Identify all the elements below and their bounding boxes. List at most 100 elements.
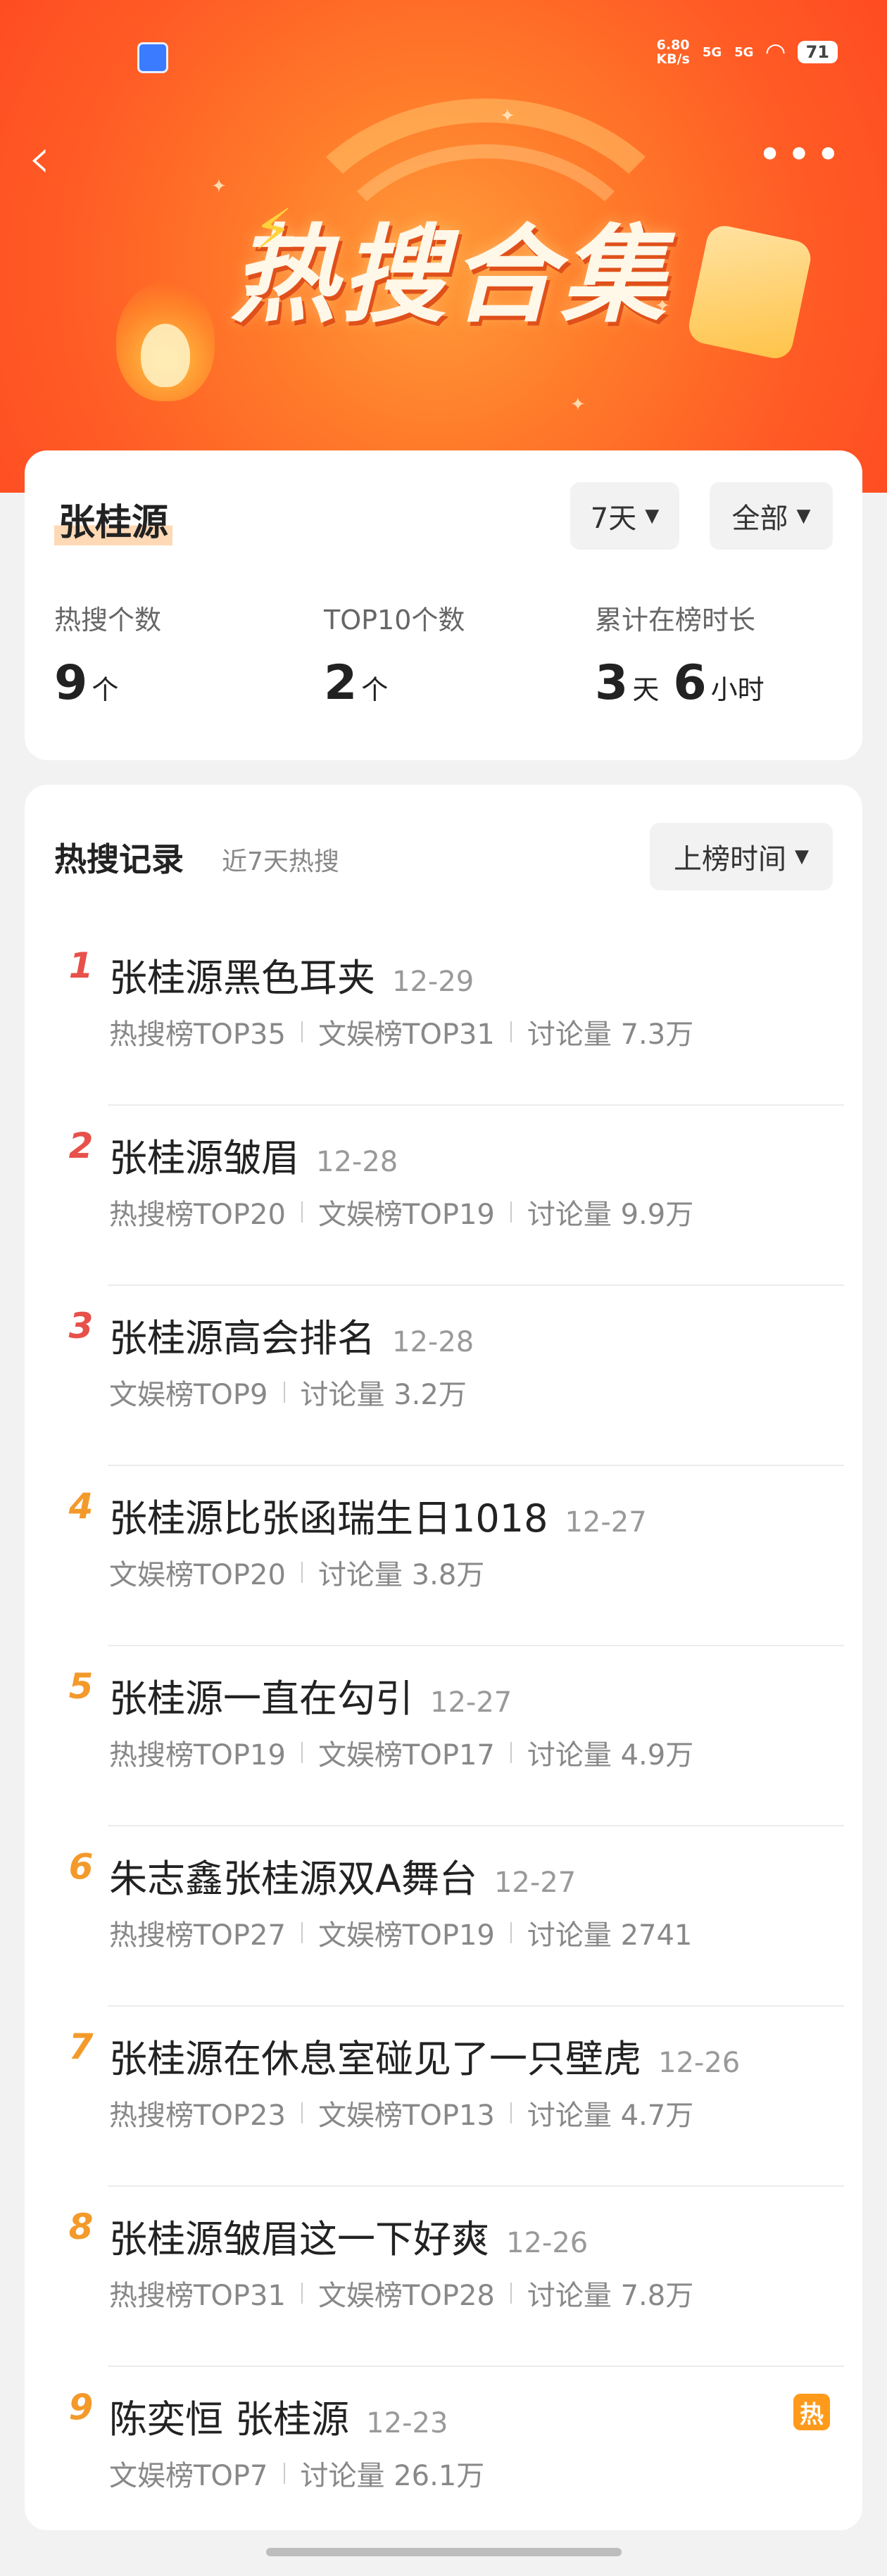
meta-text: 文娱榜TOP19	[317, 1199, 495, 1231]
records-list: 1 张桂源黑色耳夹 12-29 热搜榜TOP35 文娱榜TOP31 讨论量 7.3万 2 张桂…	[25, 926, 862, 2547]
records-title: 热搜记录	[54, 840, 184, 878]
meta-separator	[510, 2102, 512, 2123]
meta-text: 讨论量 3.8万	[317, 1559, 485, 1591]
meta-separator	[510, 1021, 512, 1042]
meta-separator	[301, 2283, 303, 2304]
item-date: 12-26	[658, 2047, 741, 2079]
meta-text: 文娱榜TOP9	[109, 1379, 268, 1411]
stat-hot-count: 热搜个数 9 个	[54, 598, 161, 711]
rank-number: 8	[68, 2206, 94, 2247]
back-arrow-icon[interactable]: ‹	[28, 127, 70, 190]
list-item[interactable]: 2 张桂源皱眉 12-28 热搜榜TOP20 文娱榜TOP19 讨论量 9.9万	[25, 1106, 862, 1286]
rank-number: 9	[68, 2387, 94, 2427]
rank-number: 5	[68, 1666, 94, 1707]
meta-separator	[301, 1201, 303, 1223]
sparkle-icon: ✦	[500, 106, 515, 127]
stat-number: 2	[324, 655, 358, 711]
item-date: 12-28	[316, 1146, 398, 1178]
gift-box-icon	[685, 222, 814, 362]
item-title-text: 张桂源一直在勾引	[109, 1677, 413, 1721]
list-item[interactable]: 6 朱志鑫张桂源双A舞台 12-27 热搜榜TOP27 文娱榜TOP19 讨论量 2741	[25, 1826, 862, 2007]
meta-separator	[510, 1742, 512, 1763]
item-title-text: 张桂源皱眉这一下好爽	[109, 2217, 489, 2261]
home-indicator[interactable]	[266, 2548, 622, 2556]
meta-separator	[301, 1021, 303, 1042]
person-name: 张桂源	[54, 493, 173, 545]
scope-filter-label: 全部	[731, 503, 788, 535]
stat-unit: 天	[632, 674, 660, 705]
meta-text: 讨论量 9.9万	[527, 1199, 694, 1231]
meta-separator	[283, 2463, 285, 2484]
speed-value: 6.80	[656, 37, 690, 53]
item-meta: 热搜榜TOP35 文娱榜TOP31 讨论量 7.3万	[109, 1011, 693, 1052]
item-date: 12-23	[366, 2407, 448, 2439]
meta-text: 讨论量 4.7万	[527, 2100, 694, 2132]
list-item[interactable]: 9 陈奕恒 张桂源 12-23 文娱榜TOP7 讨论量 26.1万 热	[25, 2367, 862, 2547]
item-title: 张桂源一直在勾引 12-27	[109, 1667, 512, 1723]
meta-text: 热搜榜TOP19	[109, 1739, 286, 1772]
meta-text: 文娱榜TOP7	[109, 2460, 268, 2492]
hot-badge: 热	[793, 2394, 830, 2430]
meta-separator	[510, 2283, 512, 2304]
item-date: 12-27	[565, 1506, 647, 1539]
item-title-text: 朱志鑫张桂源双A舞台	[109, 1857, 477, 1901]
battery-level: 71	[797, 41, 838, 63]
list-item[interactable]: 7 张桂源在休息室碰见了一只壁虎 12-26 热搜榜TOP23 文娱榜TOP13 讨论量 …	[25, 2007, 862, 2187]
item-title-text: 张桂源高会排名	[109, 1316, 375, 1360]
meta-text: 热搜榜TOP35	[109, 1018, 286, 1051]
signal-5g-2: 5G	[734, 44, 754, 60]
days-filter-label: 7天	[590, 503, 637, 535]
item-title: 张桂源高会排名 12-28	[109, 1307, 474, 1363]
meta-text: 讨论量 4.9万	[527, 1739, 694, 1772]
item-title: 张桂源在休息室碰见了一只壁虎 12-26	[109, 2028, 740, 2083]
item-title-text: 张桂源比张函瑞生日1018	[109, 1496, 548, 1541]
sparkle-icon: ✦	[570, 394, 586, 415]
item-meta: 文娱榜TOP7 讨论量 26.1万	[109, 2453, 484, 2494]
app-notification-icon	[137, 42, 168, 73]
stat-number: 9	[54, 655, 88, 711]
meta-text: 热搜榜TOP27	[109, 1919, 286, 1952]
more-dots-icon[interactable]: •••	[757, 134, 845, 176]
flame-core	[141, 324, 190, 387]
item-date: 12-26	[506, 2227, 589, 2259]
sort-label: 上榜时间	[674, 843, 786, 876]
stat-label: 热搜个数	[54, 605, 162, 636]
meta-text: 讨论量 3.2万	[300, 1379, 467, 1411]
rank-number: 7	[68, 2026, 94, 2067]
sort-dropdown[interactable]: 上榜时间 ▼	[650, 823, 833, 890]
stat-number: 3	[595, 655, 629, 711]
stat-total-duration: 累计在榜时长 3 天 6 小时	[595, 598, 765, 711]
rank-number: 3	[68, 1306, 94, 1346]
meta-text: 文娱榜TOP19	[317, 1919, 495, 1952]
meta-text: 文娱榜TOP28	[317, 2280, 495, 2312]
meta-separator	[301, 2102, 303, 2123]
list-item[interactable]: 1 张桂源黑色耳夹 12-29 热搜榜TOP35 文娱榜TOP31 讨论量 7.3万	[25, 926, 862, 1106]
meta-text: 文娱榜TOP31	[317, 1018, 495, 1051]
list-item[interactable]: 4 张桂源比张函瑞生日1018 12-27 文娱榜TOP20 讨论量 3.8万	[25, 1466, 862, 1646]
meta-text: 热搜榜TOP23	[109, 2100, 286, 2132]
item-meta: 文娱榜TOP9 讨论量 3.2万	[109, 1372, 467, 1413]
stat-label: TOP10个数	[324, 605, 465, 636]
network-speed: 6.80 KB/s	[656, 38, 689, 66]
item-meta: 文娱榜TOP20 讨论量 3.8万	[109, 1552, 484, 1593]
caret-down-icon: ▼	[645, 505, 660, 526]
list-item[interactable]: 5 张桂源一直在勾引 12-27 热搜榜TOP19 文娱榜TOP17 讨论量 4.9万	[25, 1646, 862, 1826]
item-meta: 热搜榜TOP27 文娱榜TOP19 讨论量 2741	[109, 1912, 692, 1953]
stat-unit: 个	[92, 674, 119, 705]
rank-number: 1	[68, 945, 94, 986]
signal-5g-1: 5G	[702, 44, 722, 60]
item-title: 张桂源比张函瑞生日1018 12-27	[109, 1487, 647, 1543]
item-title: 陈奕恒 张桂源 12-23	[109, 2388, 448, 2444]
records-card: 热搜记录 近7天热搜 上榜时间 ▼ 1 张桂源黑色耳夹 12-29 热搜榜TOP35 文…	[25, 785, 862, 2530]
records-subtitle: 近7天热搜	[222, 847, 339, 876]
meta-text: 讨论量 2741	[527, 1919, 693, 1952]
days-filter-dropdown[interactable]: 7天 ▼	[570, 482, 679, 550]
item-title: 张桂源皱眉这一下好爽 12-26	[109, 2208, 588, 2264]
wifi-icon: ◠	[766, 38, 785, 66]
item-meta: 热搜榜TOP31 文娱榜TOP28 讨论量 7.8万	[109, 2273, 693, 2313]
scope-filter-dropdown[interactable]: 全部 ▼	[710, 482, 833, 550]
list-item[interactable]: 3 张桂源高会排名 12-28 文娱榜TOP9 讨论量 3.2万	[25, 1286, 862, 1466]
list-item[interactable]: 8 张桂源皱眉这一下好爽 12-26 热搜榜TOP31 文娱榜TOP28 讨论量 7.8万	[25, 2187, 862, 2367]
item-date: 12-27	[493, 1867, 577, 1899]
item-date: 12-27	[430, 1686, 512, 1719]
